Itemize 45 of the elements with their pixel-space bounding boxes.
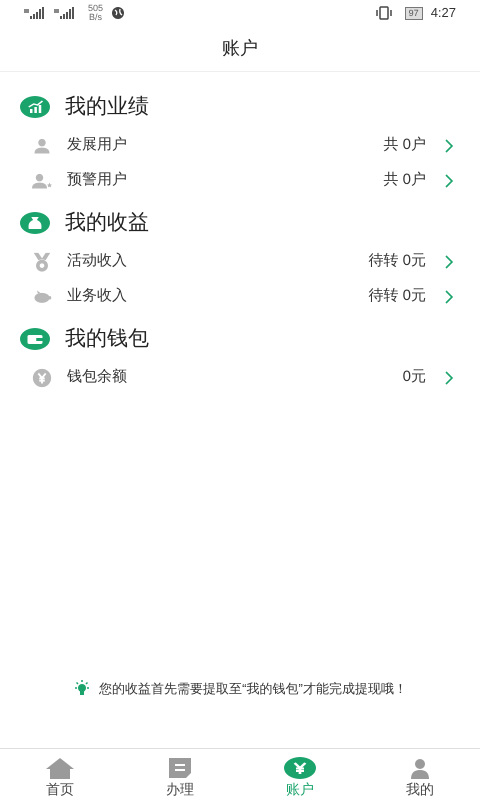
signal-icon bbox=[54, 7, 76, 19]
row-value: 0元 bbox=[402, 367, 426, 388]
lightbulb-icon bbox=[73, 679, 92, 698]
vibrate-icon bbox=[374, 6, 393, 20]
network-speed-unit: B/s bbox=[89, 13, 102, 22]
list-row[interactable]: 发展用户 共 0户 bbox=[0, 128, 480, 163]
section-title: 我的业绩 bbox=[65, 94, 149, 120]
chart-icon bbox=[20, 95, 50, 119]
row-label: 预警用户 bbox=[67, 170, 127, 190]
tab-bar-item[interactable]: 办理 bbox=[120, 749, 240, 800]
signal-icon bbox=[24, 7, 46, 19]
document-icon bbox=[167, 756, 193, 780]
tab-bar-item[interactable]: 首页 bbox=[0, 749, 120, 800]
tip-text: 您的收益首先需要提取至“我的钱包”才能完成提现哦！ bbox=[99, 680, 407, 698]
list-row[interactable]: 预警用户 共 0户 bbox=[0, 163, 480, 198]
row-value: 共 0户 bbox=[383, 170, 426, 190]
money-bag-icon bbox=[20, 211, 50, 235]
chevron-right-icon bbox=[444, 288, 454, 304]
row-label: 钱包余额 bbox=[67, 367, 127, 388]
chevron-right-icon bbox=[444, 172, 454, 188]
network-speed: 505 bbox=[88, 4, 104, 13]
chevron-right-icon bbox=[444, 254, 454, 270]
section-title: 我的钱包 bbox=[65, 326, 149, 352]
row-value: 待转 0元 bbox=[368, 251, 426, 272]
chevron-right-icon bbox=[444, 138, 454, 154]
row-value: 共 0户 bbox=[383, 135, 426, 156]
battery-level: 97 bbox=[404, 6, 423, 20]
list-row[interactable]: 业务收入 待转 0元 bbox=[0, 279, 480, 314]
page-title: 账户 bbox=[222, 37, 258, 60]
home-icon bbox=[45, 756, 75, 780]
yuan-coin-icon bbox=[284, 756, 316, 780]
medal-icon bbox=[31, 250, 53, 272]
row-label: 活动收入 bbox=[67, 251, 127, 272]
row-label: 业务收入 bbox=[67, 286, 127, 306]
wallet-icon bbox=[20, 327, 50, 351]
tab-bar-item[interactable]: 我的 bbox=[360, 749, 480, 800]
chevron-right-icon bbox=[444, 370, 454, 386]
clock: 4:27 bbox=[430, 4, 456, 22]
row-label: 发展用户 bbox=[67, 135, 127, 156]
row-value: 待转 0元 bbox=[368, 286, 426, 306]
yuan-coin-icon bbox=[31, 366, 53, 388]
list-row[interactable]: 活动收入 待转 0元 bbox=[0, 244, 480, 279]
globe-icon bbox=[111, 6, 126, 20]
section-title: 我的收益 bbox=[65, 210, 149, 236]
list-row[interactable]: 钱包余额 0元 bbox=[0, 360, 480, 395]
